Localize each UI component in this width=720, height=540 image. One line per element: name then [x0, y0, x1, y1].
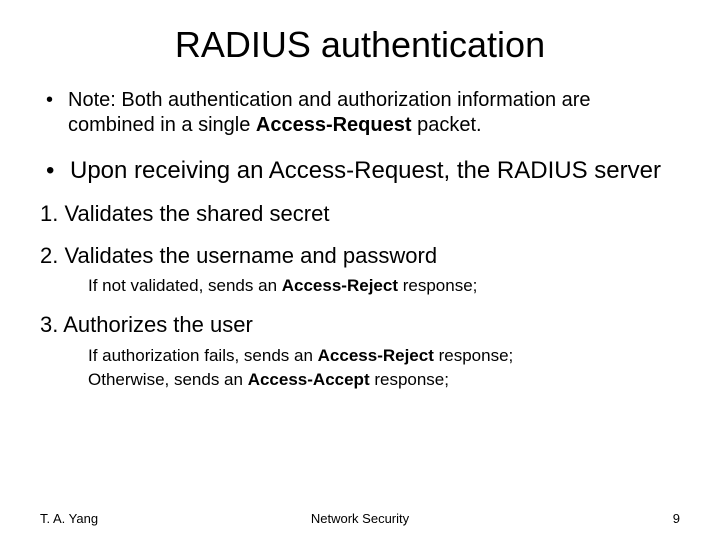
text: If not validated, sends an — [88, 276, 282, 295]
slide-footer: T. A. Yang Network Security 9 — [40, 511, 680, 526]
text: response; — [370, 370, 449, 389]
text: packet. — [412, 114, 482, 136]
text: Otherwise, sends an — [88, 370, 248, 389]
bullet-note: • Note: Both authentication and authoriz… — [46, 88, 680, 138]
step-3: 3. Authorizes the user — [40, 311, 680, 339]
text: response; — [398, 276, 477, 295]
bullet-text: Upon receiving an Access-Request, the RA… — [70, 156, 661, 186]
footer-subject: Network Security — [40, 511, 680, 526]
bullet-marker: • — [46, 88, 68, 138]
step-2: 2. Validates the username and password — [40, 242, 680, 270]
bold-text: Access-Reject — [282, 276, 398, 295]
bold-text: Access-Reject — [318, 346, 434, 365]
step-2-sub: If not validated, sends an Access-Reject… — [88, 275, 680, 297]
bold-text: Access-Accept — [248, 370, 370, 389]
step-1: 1. Validates the shared secret — [40, 200, 680, 228]
slide-title: RADIUS authentication — [40, 24, 680, 66]
step-3-sub-1: If authorization fails, sends an Access-… — [88, 345, 680, 367]
bold-text: Access-Request — [256, 114, 412, 136]
text: If authorization fails, sends an — [88, 346, 318, 365]
bullet-upon-receiving: • Upon receiving an Access-Request, the … — [46, 156, 680, 186]
step-3-sub-2: Otherwise, sends an Access-Accept respon… — [88, 369, 680, 391]
bullet-note-text: Note: Both authentication and authorizat… — [68, 88, 680, 138]
text: response; — [434, 346, 513, 365]
bullet-marker: • — [46, 156, 70, 186]
